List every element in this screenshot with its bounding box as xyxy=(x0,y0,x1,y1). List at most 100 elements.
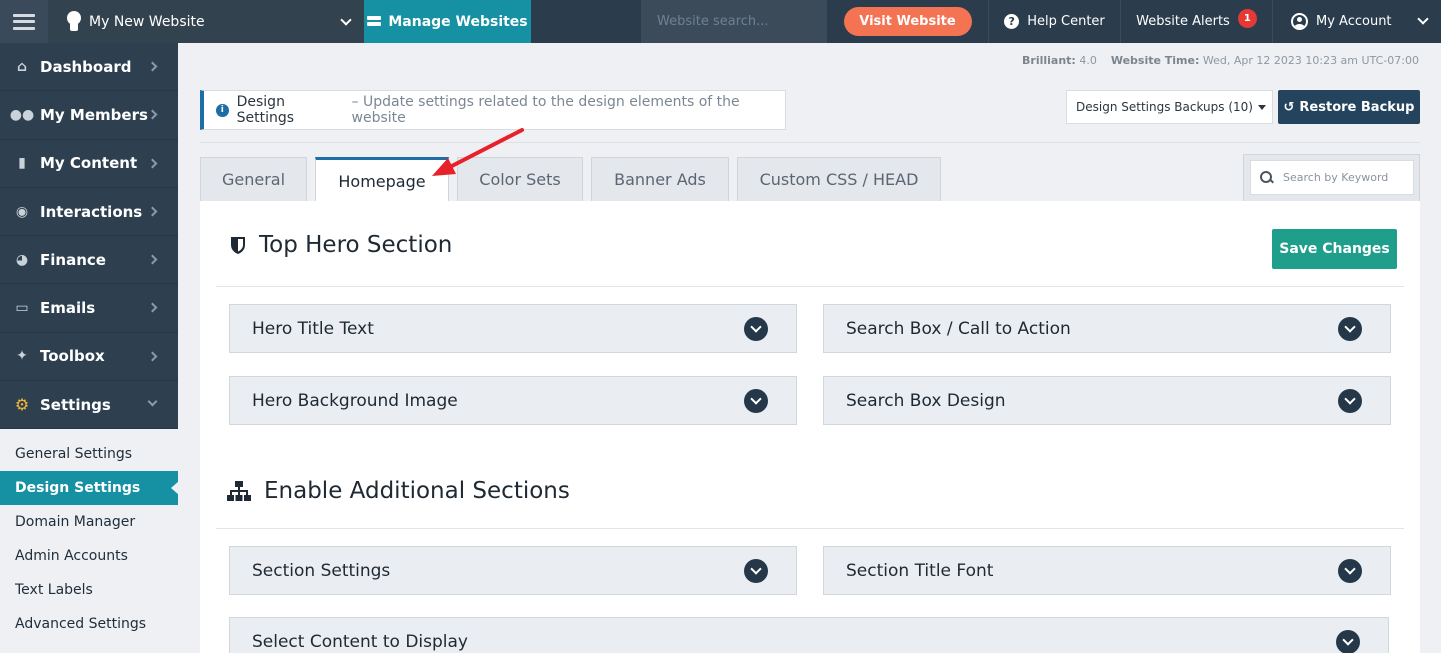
search-icon xyxy=(1260,171,1273,184)
chevron-right-icon xyxy=(147,206,158,217)
lightbulb-icon xyxy=(66,10,82,33)
sidebar-item-label: Interactions xyxy=(40,202,143,221)
chevron-down-icon xyxy=(147,396,158,407)
tab-color-sets[interactable]: Color Sets xyxy=(457,157,583,201)
accordion-hero-title-text[interactable]: Hero Title Text xyxy=(229,304,797,353)
sidebar: ⌂ Dashboard ●● My Members ▮ My Content ◉… xyxy=(0,43,179,653)
caret-down-icon xyxy=(1257,104,1266,110)
accordion-label: Section Title Font xyxy=(846,560,994,581)
website-meta: Brilliant: 4.0 Website Time: Wed, Apr 12… xyxy=(1022,54,1419,67)
question-circle-icon: ? xyxy=(1004,14,1020,29)
additional-sections-title: Enable Additional Sections xyxy=(264,478,570,504)
info-icon: i xyxy=(216,103,229,117)
keyword-search-input[interactable] xyxy=(1283,171,1408,184)
subnav-item-text-labels[interactable]: Text Labels xyxy=(0,573,178,608)
page-header-info: i Design Settings – Update settings rela… xyxy=(200,90,786,130)
accordion-select-content-to-display[interactable]: Select Content to Display xyxy=(229,617,1389,653)
website-time-value: Wed, Apr 12 2023 10:23 am UTC-07:00 xyxy=(1202,54,1419,67)
my-account-menu[interactable]: My Account xyxy=(1273,0,1441,43)
accordion-section-title-font[interactable]: Section Title Font xyxy=(823,546,1391,595)
website-search-box[interactable] xyxy=(641,0,827,43)
sidebar-item-interactions[interactable]: ◉ Interactions xyxy=(0,187,178,237)
subnav-item-admin-accounts[interactable]: Admin Accounts xyxy=(0,539,178,574)
settings-subnav: General Settings Design Settings Domain … xyxy=(0,429,179,653)
restore-backup-button[interactable]: ↺ Restore Backup xyxy=(1278,90,1420,124)
save-changes-button[interactable]: Save Changes xyxy=(1272,229,1397,269)
accordion-hero-background-image[interactable]: Hero Background Image xyxy=(229,376,797,425)
comments-icon: ◉ xyxy=(15,203,29,220)
website-alerts-link[interactable]: Website Alerts 1 xyxy=(1121,0,1272,43)
tab-custom-css-head[interactable]: Custom CSS / HEAD xyxy=(737,157,941,201)
sidebar-item-settings[interactable]: ⚙ Settings xyxy=(0,381,178,430)
chevron-down-circle-icon[interactable] xyxy=(744,559,768,583)
sidebar-item-my-members[interactable]: ●● My Members xyxy=(0,91,178,140)
sidebar-item-label: Dashboard xyxy=(40,57,132,76)
version-value: 4.0 xyxy=(1079,54,1097,67)
design-settings-backups-dropdown[interactable]: Design Settings Backups (10) xyxy=(1066,90,1273,124)
help-center-link[interactable]: ? Help Center xyxy=(989,0,1120,43)
my-account-label: My Account xyxy=(1316,14,1392,29)
manage-websites-label: Manage Websites xyxy=(388,13,528,30)
help-center-label: Help Center xyxy=(1027,14,1105,29)
chevron-down-icon xyxy=(1417,13,1429,25)
page-title: Design Settings xyxy=(236,94,295,126)
sidebar-item-finance[interactable]: ◕ Finance xyxy=(0,236,178,285)
website-search-input[interactable] xyxy=(657,14,817,29)
sidebar-item-emails[interactable]: ▭ Emails xyxy=(0,284,178,333)
sidebar-item-my-content[interactable]: ▮ My Content xyxy=(0,139,178,188)
divider xyxy=(216,528,1404,529)
page-description: – Update settings related to the design … xyxy=(351,94,740,126)
subnav-item-general-settings[interactable]: General Settings xyxy=(0,437,178,472)
version-label: Brilliant: xyxy=(1022,54,1076,67)
accordion-label: Search Box / Call to Action xyxy=(846,318,1071,339)
gear-icon: ⚙ xyxy=(14,395,30,415)
sidebar-item-label: My Content xyxy=(40,154,138,173)
subnav-item-domain-manager[interactable]: Domain Manager xyxy=(0,505,178,540)
tab-homepage[interactable]: Homepage xyxy=(315,157,449,202)
sitemap-icon xyxy=(227,481,251,501)
chevron-down-circle-icon[interactable] xyxy=(744,389,768,413)
subnav-bottom xyxy=(0,641,178,653)
backups-dropdown-label: Design Settings Backups (10) xyxy=(1076,100,1253,114)
users-icon: ●● xyxy=(9,106,35,123)
chevron-down-circle-icon[interactable] xyxy=(1336,630,1360,653)
accordion-label: Hero Background Image xyxy=(252,390,458,411)
accordion-search-box-design[interactable]: Search Box Design xyxy=(823,376,1391,425)
website-selector[interactable]: My New Website xyxy=(48,0,364,43)
chevron-right-icon xyxy=(147,158,158,169)
accordion-section-settings[interactable]: Section Settings xyxy=(229,546,797,595)
sidebar-item-label: My Members xyxy=(40,105,148,124)
sidebar-item-dashboard[interactable]: ⌂ Dashboard xyxy=(0,43,178,92)
subnav-item-advanced-settings[interactable]: Advanced Settings xyxy=(0,607,178,642)
tab-general[interactable]: General xyxy=(200,157,307,201)
manage-websites-button[interactable]: Manage Websites xyxy=(364,0,531,43)
subnav-item-design-settings[interactable]: Design Settings xyxy=(0,471,179,506)
chevron-right-icon xyxy=(147,61,158,72)
sidebar-item-label: Finance xyxy=(40,250,106,269)
keyword-search-box[interactable] xyxy=(1250,160,1414,195)
restore-backup-label: Restore Backup xyxy=(1299,99,1415,115)
user-circle-icon xyxy=(1291,13,1308,30)
accordion-label: Section Settings xyxy=(252,560,391,581)
sidebar-item-toolbox[interactable]: ✦ Toolbox xyxy=(0,332,178,382)
tab-banner-ads[interactable]: Banner Ads xyxy=(591,157,729,201)
divider xyxy=(200,142,1420,143)
visit-website-wrap: Visit Website xyxy=(827,0,988,43)
hamburger-icon xyxy=(13,13,35,30)
sidebar-item-label: Emails xyxy=(40,299,96,318)
visit-website-button[interactable]: Visit Website xyxy=(843,7,972,36)
folder-icon: ▮ xyxy=(18,155,26,172)
accordion-search-box-call-to-action[interactable]: Search Box / Call to Action xyxy=(823,304,1391,353)
chevron-down-circle-icon[interactable] xyxy=(1338,317,1362,341)
top-bar: My New Website Manage Websites Visit Web… xyxy=(0,0,1441,43)
alerts-count-badge: 1 xyxy=(1237,9,1257,28)
chevron-down-circle-icon[interactable] xyxy=(1338,559,1362,583)
chevron-down-circle-icon[interactable] xyxy=(1338,389,1362,413)
keyword-search-wrap xyxy=(1243,154,1420,201)
website-time-label: Website Time: xyxy=(1110,54,1200,67)
additional-sections-heading: Enable Additional Sections xyxy=(227,478,570,504)
settings-tabs: General Homepage Color Sets Banner Ads C… xyxy=(200,157,941,202)
menu-toggle-button[interactable] xyxy=(0,0,48,43)
chevron-down-circle-icon[interactable] xyxy=(744,317,768,341)
